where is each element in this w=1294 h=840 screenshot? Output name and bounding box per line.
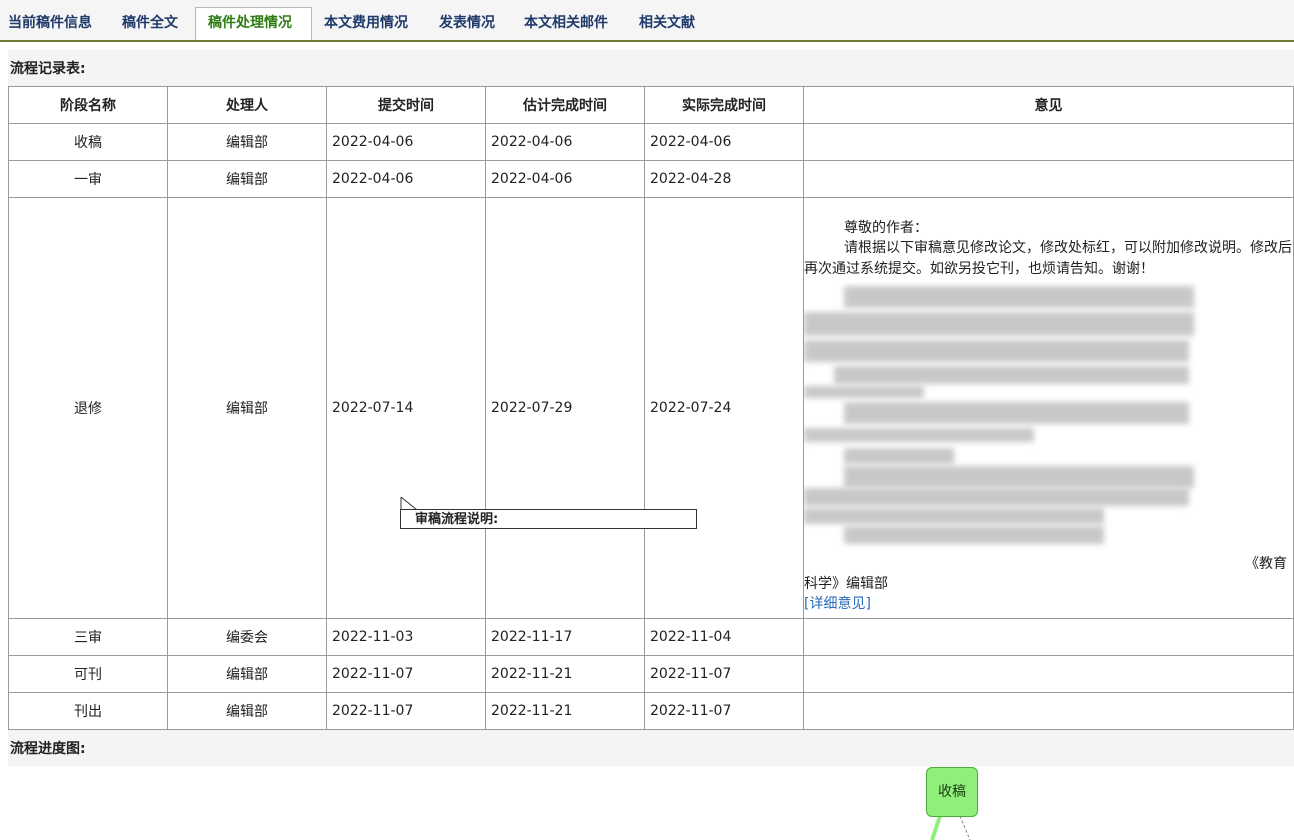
cell-stage: 一审: [8, 160, 168, 198]
opinion-signature-2: 科学》编辑部: [804, 576, 888, 592]
cell-opinion: [803, 160, 1294, 198]
opinion-greeting: 尊敬的作者：: [844, 220, 928, 236]
opinion-signature-1: 《教育: [1245, 556, 1287, 572]
table-row: 刊出 编辑部 2022-11-07 2022-11-21 2022-11-07: [8, 692, 1294, 730]
tab-manuscript-fulltext[interactable]: 稿件全文: [122, 8, 178, 38]
tab-related-emails[interactable]: 本文相关邮件: [524, 8, 608, 38]
cell-estimate: 2022-04-06: [485, 123, 645, 161]
tab-manuscript-processing[interactable]: 稿件处理情况: [195, 7, 312, 40]
header-handler: 处理人: [167, 86, 327, 124]
cell-handler: 编辑部: [167, 197, 327, 619]
cell-opinion: [803, 123, 1294, 161]
cell-handler: 编辑部: [167, 655, 327, 693]
review-process-tooltip: 审稿流程说明:: [400, 509, 697, 529]
tab-bar: 当前稿件信息 稿件全文 稿件处理情况 本文费用情况 发表情况 本文相关邮件 相关…: [0, 0, 1294, 42]
cell-handler: 编辑部: [167, 160, 327, 198]
cell-actual: 2022-11-04: [644, 618, 804, 656]
cell-handler: 编辑部: [167, 692, 327, 730]
connector-dashed: [959, 815, 971, 840]
redacted-review-text: [804, 282, 1293, 554]
table-row: 退修 编辑部 2022-07-14 2022-07-29 2022-07-24 …: [8, 197, 1294, 619]
cell-estimate: 2022-04-06: [485, 160, 645, 198]
header-opinion: 意见: [803, 86, 1294, 124]
cell-submit: 2022-11-03: [326, 618, 486, 656]
cell-stage: 退修: [8, 197, 168, 619]
cell-estimate: 2022-07-29: [485, 197, 645, 619]
cell-opinion: [803, 655, 1294, 693]
cell-opinion: 尊敬的作者： 请根据以下审稿意见修改论文，修改处标红，可以附加修改说明。修改后再…: [803, 197, 1294, 619]
cell-actual: 2022-11-07: [644, 692, 804, 730]
tab-fees[interactable]: 本文费用情况: [324, 8, 408, 38]
tab-current-manuscript-info[interactable]: 当前稿件信息: [8, 8, 92, 38]
cell-handler: 编委会: [167, 618, 327, 656]
table-row: 一审 编辑部 2022-04-06 2022-04-06 2022-04-28: [8, 160, 1294, 198]
cell-actual: 2022-04-06: [644, 123, 804, 161]
cell-actual: 2022-11-07: [644, 655, 804, 693]
detail-opinion-link[interactable]: [详细意见]: [804, 594, 871, 614]
cell-estimate: 2022-11-21: [485, 692, 645, 730]
cell-estimate: 2022-11-21: [485, 655, 645, 693]
cell-opinion: [803, 618, 1294, 656]
header-actual: 实际完成时间: [644, 86, 804, 124]
table-row: 可刊 编辑部 2022-11-07 2022-11-21 2022-11-07: [8, 655, 1294, 693]
connector-solid: [930, 815, 942, 840]
cell-opinion: [803, 692, 1294, 730]
progress-section-title: 流程进度图:: [8, 730, 1294, 766]
diagram-node-shougao[interactable]: 收稿: [926, 767, 978, 817]
cell-stage: 刊出: [8, 692, 168, 730]
cell-submit: 2022-04-06: [326, 123, 486, 161]
cell-stage: 收稿: [8, 123, 168, 161]
cell-stage: 可刊: [8, 655, 168, 693]
cell-stage: 三审: [8, 618, 168, 656]
cell-estimate: 2022-11-17: [485, 618, 645, 656]
table-row: 收稿 编辑部 2022-04-06 2022-04-06 2022-04-06: [8, 123, 1294, 161]
cell-actual: 2022-04-28: [644, 160, 804, 198]
header-stage: 阶段名称: [8, 86, 168, 124]
cell-submit: 2022-11-07: [326, 655, 486, 693]
tab-publication-status[interactable]: 发表情况: [439, 8, 495, 38]
opinion-body: 请根据以下审稿意见修改论文，修改处标红，可以附加修改说明。修改后再次通过系统提交…: [804, 240, 1292, 277]
tab-related-literature[interactable]: 相关文献: [639, 8, 695, 38]
table-row: 三审 编委会 2022-11-03 2022-11-17 2022-11-04: [8, 618, 1294, 656]
cell-actual: 2022-07-24: [644, 197, 804, 619]
header-submit: 提交时间: [326, 86, 486, 124]
record-section-title: 流程记录表:: [8, 50, 1294, 86]
cell-submit: 2022-04-06: [326, 160, 486, 198]
table-header-row: 阶段名称 处理人 提交时间 估计完成时间 实际完成时间 意见: [8, 86, 1294, 124]
process-record-table: 阶段名称 处理人 提交时间 估计完成时间 实际完成时间 意见 收稿 编辑部 20…: [8, 86, 1294, 730]
cell-submit: 2022-07-14: [326, 197, 486, 619]
header-estimate: 估计完成时间: [485, 86, 645, 124]
cell-submit: 2022-11-07: [326, 692, 486, 730]
cell-handler: 编辑部: [167, 123, 327, 161]
